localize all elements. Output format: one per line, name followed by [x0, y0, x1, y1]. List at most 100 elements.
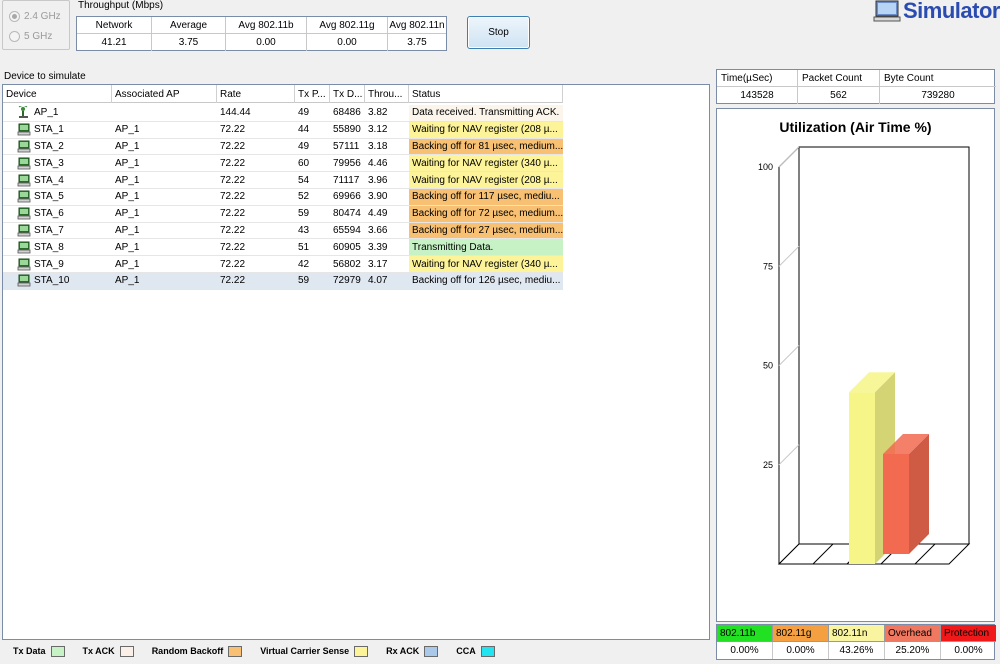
status-cell: Backing off for 72 µsec, medium... — [409, 205, 563, 222]
legend-label: Tx ACK — [82, 646, 115, 656]
ap-cell: AP_1 — [115, 140, 140, 152]
device-name: STA_5 — [34, 191, 64, 203]
legend-item: Random Backoff — [152, 645, 243, 657]
column-header-rate[interactable]: Rate — [217, 85, 295, 103]
stop-button[interactable]: Stop — [467, 16, 530, 49]
utilization-value: 43.26% — [829, 642, 885, 659]
stats-table: Time(µSec) Packet Count Byte Count 14352… — [716, 69, 996, 104]
device-row[interactable]: STA_10 AP_1 72.22 59 72979 4.07 Backing off fo… — [3, 272, 563, 290]
tx-packets-cell: 52 — [298, 191, 310, 203]
device-name: STA_7 — [34, 224, 64, 236]
throughput-value: 3.75 — [407, 37, 427, 48]
tx-data-cell: 80474 — [333, 208, 361, 220]
device-row[interactable]: STA_2 AP_1 72.22 49 57111 3.18 Backing off for… — [3, 138, 563, 156]
status-cell: Waiting for NAV register (340 µ... — [409, 256, 563, 272]
device-row[interactable]: STA_8 AP_1 72.22 51 60905 3.39 Transmitting Da… — [3, 239, 563, 257]
column-header-device[interactable]: Device — [3, 85, 112, 103]
device-row[interactable]: STA_1 AP_1 72.22 44 55890 3.12 Waiting for NAV… — [3, 121, 563, 139]
throughput-cell: 3.82 — [368, 107, 388, 119]
column-header-ap[interactable]: Associated AP — [112, 85, 217, 103]
tx-data-cell: 56802 — [333, 258, 361, 270]
band-option-2-4ghz[interactable]: 2.4 GHz — [9, 11, 61, 22]
chart-gridline — [778, 146, 800, 168]
throughput-cell: 3.39 — [368, 241, 388, 253]
legend-label: Tx Data — [13, 646, 46, 656]
device-name: STA_3 — [34, 157, 64, 169]
utilization-value: 25.20% — [885, 642, 941, 659]
tx-packets-cell: 60 — [298, 157, 310, 169]
stats-value: 143528 — [717, 87, 798, 104]
tx-packets-cell: 43 — [298, 224, 310, 236]
app-title: Simulator — [873, 0, 1000, 24]
device-list-header: Device Associated AP Rate Tx P... Tx D..… — [3, 85, 563, 103]
utilization-table: 802.11b 802.11g 802.11n Overhead Protection 0… — [716, 624, 996, 660]
throughput-value: 3.75 — [152, 34, 226, 51]
device-list: Device Associated AP Rate Tx P... Tx D..… — [2, 84, 710, 640]
computer-icon — [873, 0, 901, 22]
column-header-tx-packets[interactable]: Tx P... — [295, 85, 330, 103]
device-name: STA_1 — [34, 124, 64, 136]
status-cell: Waiting for NAV register (208 µ... — [409, 121, 563, 138]
radio-2-4ghz[interactable] — [9, 11, 20, 22]
column-header-tx-data[interactable]: Tx D... — [330, 85, 365, 103]
chart-bar — [883, 453, 909, 554]
stats-value: 739280 — [921, 90, 955, 101]
station-icon — [17, 140, 34, 153]
tx-packets-cell: 49 — [298, 140, 310, 152]
rate-cell: 72.22 — [220, 241, 246, 253]
legend-item: CCA — [456, 645, 495, 657]
status-legend: Tx Data Tx ACK Random Backoff Virtual Carri… — [2, 640, 710, 662]
utilization-value: 0.00% — [773, 642, 829, 659]
ap-cell — [112, 105, 217, 121]
station-icon — [17, 258, 34, 271]
device-cell: STA_6 — [3, 206, 112, 222]
throughput-header: Avg 802.11g — [307, 17, 388, 34]
legend-item: Tx ACK — [82, 645, 134, 657]
station-icon — [17, 190, 34, 203]
status-cell: Backing off for 126 µsec, mediu... — [412, 275, 561, 287]
tx-packets-cell: 42 — [298, 258, 310, 270]
throughput-header: Network — [77, 17, 152, 34]
chart-tick-label: 25 — [763, 460, 773, 470]
utilization-header: Overhead — [885, 625, 941, 642]
device-row[interactable]: AP_1 144.44 49 68486 3.82 Data received. Tran… — [3, 105, 563, 122]
device-row[interactable]: STA_3 AP_1 72.22 60 79956 4.46 Waiting for NAV… — [3, 155, 563, 173]
throughput-cell: 3.66 — [368, 224, 388, 236]
utilization-header: 802.11g — [773, 625, 829, 642]
rate-cell: 72.22 — [220, 275, 246, 287]
device-row[interactable]: STA_6 AP_1 72.22 59 80474 4.49 Backing off for… — [3, 205, 563, 223]
column-header-throughput[interactable]: Throu... — [365, 85, 409, 103]
chart-tick-label: 75 — [763, 261, 773, 271]
device-row[interactable]: STA_9 AP_1 72.22 42 56802 3.17 Waiting for NAV… — [3, 256, 563, 273]
device-row[interactable]: STA_5 AP_1 72.22 52 69966 3.90 Backing off for… — [3, 188, 563, 206]
chart-bar — [849, 392, 875, 564]
rate-cell: 72.22 — [220, 224, 246, 236]
device-cell: STA_7 — [3, 223, 112, 239]
rate-cell: 72.22 — [220, 191, 246, 203]
tx-data-cell: 72979 — [333, 275, 361, 287]
device-row[interactable]: STA_4 AP_1 72.22 54 71117 3.96 Waiting for NAV… — [3, 172, 563, 189]
tx-data-cell: 68486 — [333, 107, 361, 119]
station-icon — [17, 241, 34, 254]
status-cell: Backing off for 27 µsec, medium... — [409, 222, 563, 239]
chart-tick-label: 50 — [763, 361, 773, 371]
device-cell: STA_5 — [3, 189, 112, 205]
station-icon — [17, 224, 34, 237]
device-cell: AP_1 — [3, 105, 112, 121]
band-option-5ghz[interactable]: 5 GHz — [9, 31, 52, 42]
rate-cell: 72.22 — [220, 157, 246, 169]
throughput-cell: 3.90 — [368, 191, 388, 203]
stats-header: Byte Count — [880, 70, 996, 87]
device-row[interactable]: STA_7 AP_1 72.22 43 65594 3.66 Backing off for… — [3, 222, 563, 240]
column-header-status[interactable]: Status — [409, 85, 563, 103]
ap-cell: AP_1 — [115, 241, 140, 253]
radio-5ghz[interactable] — [9, 31, 20, 42]
tx-data-cell: 79956 — [333, 157, 361, 169]
ap-cell: AP_1 — [115, 124, 140, 136]
throughput-value: 41.21 — [77, 34, 152, 51]
device-name: STA_4 — [34, 174, 64, 186]
tx-packets-cell: 59 — [298, 275, 310, 287]
ap-cell: AP_1 — [115, 224, 140, 236]
rate-cell: 72.22 — [220, 258, 246, 270]
rate-cell: 144.44 — [220, 107, 251, 119]
